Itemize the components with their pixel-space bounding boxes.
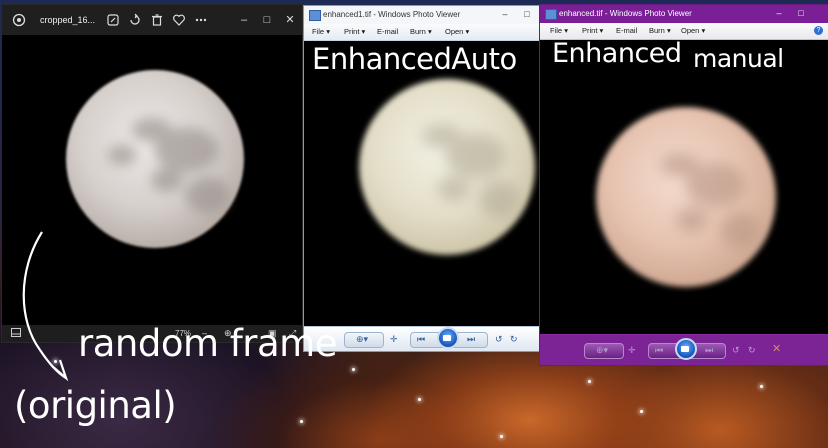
moon-original-image — [66, 70, 244, 248]
filmstrip-icon[interactable] — [11, 328, 21, 339]
star — [500, 435, 503, 438]
delete-icon[interactable] — [150, 13, 164, 27]
photos-app-window: cropped_16... – □ ✕ 77% – ⊕ ▣ ⤢ — [2, 5, 302, 342]
photo-viewer-manual-image-area — [540, 40, 828, 334]
photo-viewer-manual-titlebar: enhanced.tif - Windows Photo Viewer – □ — [540, 5, 828, 23]
photo-viewer-manual-toolbar: ⊕▾ ✛ ⏮ ⏭ ↺ ↻ ✕ — [540, 335, 828, 365]
more-icon[interactable] — [194, 13, 208, 27]
dropdown-icon: ▾ — [599, 26, 604, 35]
zoom-icon[interactable]: ⊕▾ — [596, 344, 608, 356]
menu-email[interactable]: E-mail — [377, 24, 398, 40]
menu-open-label: Open — [681, 26, 700, 35]
close-icon[interactable]: ✕ — [283, 13, 297, 27]
photo-viewer-auto-image-area — [304, 41, 544, 327]
actual-size-icon[interactable]: ✛ — [390, 333, 398, 345]
menu-open-label: Open — [445, 27, 464, 36]
dropdown-icon: ▾ — [427, 27, 432, 36]
help-icon[interactable]: ? — [814, 26, 823, 35]
dropdown-icon: ▾ — [465, 27, 470, 36]
menu-burn[interactable]: Burn ▾ — [649, 23, 671, 39]
rotate-icon[interactable] — [128, 13, 142, 27]
menu-print[interactable]: Print ▾ — [582, 23, 603, 39]
annotation-enhanced-auto: EnhancedAuto — [312, 42, 517, 76]
rotate-right-icon[interactable]: ↻ — [748, 344, 756, 356]
star — [588, 380, 591, 383]
menu-file-label: File — [550, 26, 563, 35]
actual-size-icon[interactable]: ✛ — [628, 344, 636, 356]
slideshow-screen-icon — [681, 346, 689, 352]
annotation-enhanced-manual-2: manual — [693, 44, 784, 73]
photo-viewer-auto-toolbar: ⊕▾ ✛ ⏮ ⏭ ↺ ↻ — [304, 326, 544, 351]
photos-app-icon — [12, 13, 26, 27]
maximize-icon[interactable]: □ — [790, 5, 812, 23]
photos-titlebar: cropped_16... – □ ✕ — [2, 5, 302, 35]
moon-manual-image — [596, 107, 776, 287]
rotate-right-icon[interactable]: ↻ — [510, 333, 518, 345]
menu-file-label: File — [312, 27, 325, 36]
star — [418, 398, 421, 401]
menu-file[interactable]: File ▾ — [312, 24, 330, 40]
menu-burn[interactable]: Burn ▾ — [410, 24, 432, 40]
slideshow-screen-icon — [443, 335, 451, 341]
menu-email[interactable]: E-mail — [616, 23, 637, 39]
favorite-icon[interactable] — [172, 13, 186, 27]
edit-icon[interactable] — [106, 13, 120, 27]
next-icon[interactable]: ⏭ — [467, 333, 475, 345]
slideshow-button[interactable] — [437, 327, 459, 349]
slideshow-button[interactable] — [675, 338, 697, 360]
star — [640, 410, 643, 413]
star — [352, 368, 355, 371]
photo-viewer-auto-titlebar: enhanced1.tif - Windows Photo Viewer – □ — [304, 6, 544, 24]
menu-print[interactable]: Print ▾ — [344, 24, 365, 40]
photos-image-area — [2, 35, 302, 325]
minimize-icon[interactable]: – — [768, 5, 790, 23]
star — [54, 360, 57, 363]
dropdown-icon: ▾ — [361, 27, 366, 36]
dropdown-icon: ▾ — [326, 27, 330, 36]
menu-print-label: Print — [344, 27, 360, 36]
annotation-original: (original) — [14, 384, 177, 427]
minimize-icon[interactable]: – — [494, 6, 516, 24]
annotation-random-frame: random frame — [78, 322, 337, 365]
star — [300, 420, 303, 423]
rotate-left-icon[interactable]: ↺ — [495, 333, 503, 345]
menu-print-label: Print — [582, 26, 598, 35]
maximize-icon[interactable]: □ — [516, 6, 538, 24]
window-title: enhanced1.tif - Windows Photo Viewer — [323, 10, 461, 19]
star — [760, 385, 763, 388]
rotate-left-icon[interactable]: ↺ — [732, 344, 740, 356]
menu-burn-label: Burn — [410, 27, 426, 36]
photo-viewer-auto-menubar: File ▾ Print ▾ E-mail Burn ▾ Open ▾ — [304, 24, 544, 41]
menu-file[interactable]: File ▾ — [550, 23, 568, 39]
zoom-icon[interactable]: ⊕▾ — [356, 333, 368, 345]
dropdown-icon: ▾ — [666, 26, 671, 35]
minimize-icon[interactable]: – — [237, 13, 251, 27]
maximize-icon[interactable]: □ — [260, 13, 274, 27]
annotation-enhanced-manual-1: Enhanced — [552, 38, 682, 69]
dropdown-icon: ▾ — [564, 26, 568, 35]
moon-auto-image — [359, 79, 535, 255]
window-title: enhanced.tif - Windows Photo Viewer — [559, 9, 692, 18]
menu-burn-label: Burn — [649, 26, 665, 35]
menu-open[interactable]: Open ▾ — [681, 23, 705, 39]
menu-open[interactable]: Open ▾ — [445, 24, 469, 40]
dropdown-icon: ▾ — [701, 26, 706, 35]
previous-icon[interactable]: ⏮ — [655, 344, 663, 356]
previous-icon[interactable]: ⏮ — [417, 333, 425, 345]
photo-viewer-icon — [309, 10, 321, 21]
next-icon[interactable]: ⏭ — [705, 344, 713, 356]
photo-viewer-icon — [545, 9, 557, 20]
delete-icon[interactable]: ✕ — [772, 343, 781, 355]
photos-filename: cropped_16... — [40, 15, 96, 25]
